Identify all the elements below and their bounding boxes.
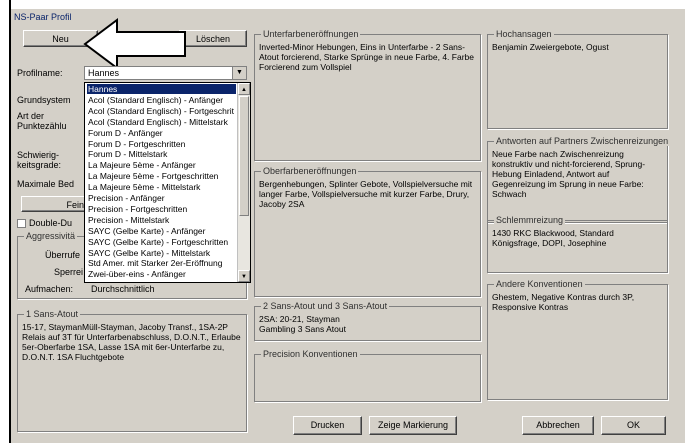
- outer-frame-left: [0, 0, 11, 443]
- dropdown-item[interactable]: La Majeure 5ème - Fortgeschritten: [87, 171, 236, 181]
- dropdown-item[interactable]: Forum D - Mittelstark: [87, 149, 236, 159]
- art-label-1: Art der: [17, 111, 45, 121]
- oberfarben-text: Bergenhebungen, Splinter Gebote, Vollspi…: [259, 179, 473, 209]
- antworten-group: Antworten auf Partners Zwischenreizungen…: [487, 136, 671, 223]
- profilname-value: Hannes: [88, 68, 120, 78]
- dropdown-item[interactable]: Acol (Standard Englisch) - Mittelstark: [87, 117, 236, 127]
- aufmachen-label: Aufmachen:: [25, 284, 74, 294]
- ueberrufe-label: Überrufe: [45, 250, 81, 260]
- zeige-markierung-button[interactable]: Zeige Markierung: [369, 416, 457, 435]
- grundsystem-label: Grundsystem: [17, 95, 71, 105]
- aggressivitaet-title: Aggressivitä: [24, 231, 78, 241]
- scroll-down-icon[interactable]: ▼: [238, 270, 250, 282]
- precision-title: Precision Konventionen: [261, 349, 360, 359]
- profile-dialog: NS-Paar Profil Neu Löschen Profilname: H…: [11, 9, 685, 443]
- drucken-button[interactable]: Drucken: [293, 416, 362, 435]
- dropdown-item[interactable]: Acol (Standard Englisch) - Fortgeschrit: [87, 106, 236, 116]
- unterfarben-group: Unterfarbeneröffnungen Inverted-Minor He…: [254, 29, 481, 161]
- ok-button[interactable]: OK: [601, 416, 666, 435]
- dropdown-item[interactable]: Zwei-über-eins - Anfänger: [87, 269, 236, 279]
- precision-group: Precision Konventionen: [254, 349, 481, 402]
- double-checkbox[interactable]: [17, 219, 26, 228]
- dropdown-item[interactable]: Precision - Anfänger: [87, 193, 236, 203]
- chevron-down-icon[interactable]: ▼: [232, 67, 246, 79]
- dropdown-item[interactable]: Hannes: [87, 84, 236, 94]
- aufmachen-value: Durchschnittlich: [91, 284, 155, 294]
- andere-title: Andere Konventionen: [494, 279, 585, 289]
- schlemm-title: Schlemmreizung: [494, 215, 566, 225]
- dropdown-scrollbar[interactable]: ▲ ▼: [237, 83, 250, 282]
- schwierig-label-2: keitsgrade:: [17, 160, 62, 170]
- hochansagen-text: Benjamin Zweiergebote, Ogust: [492, 42, 609, 52]
- dropdown-item[interactable]: SAYC (Gelbe Karte) - Anfänger: [87, 226, 236, 236]
- scroll-up-icon[interactable]: ▲: [238, 83, 250, 95]
- zwei-drei-sa-title: 2 Sans-Atout und 3 Sans-Atout: [261, 301, 390, 311]
- andere-text: Ghestem, Negative Kontras durch 3P, Resp…: [492, 292, 635, 312]
- profilname-label: Profilname:: [17, 68, 63, 78]
- ein-sa-text: 15-17, StaymanMüll-Stayman, Jacoby Trans…: [22, 322, 241, 362]
- sperre-label: Sperrei: [54, 267, 84, 277]
- profilname-dropdown-list[interactable]: ▲ ▼ Hannes Acol (Standard Englisch) - Anf…: [84, 82, 251, 283]
- dropdown-item[interactable]: Std Amer. mit Starker 2er-Eröffnung: [87, 258, 236, 268]
- unterfarben-title: Unterfarbeneröffnungen: [261, 29, 361, 39]
- antworten-title: Antworten auf Partners Zwischenreizungen: [494, 136, 671, 146]
- antworten-text: Neue Farbe nach Zwischenreizung konstruk…: [492, 149, 646, 199]
- zwei-drei-sa-group: 2 Sans-Atout und 3 Sans-Atout 2SA: 20-21…: [254, 301, 481, 341]
- unterfarben-text: Inverted-Minor Hebungen, Eins in Unterfa…: [259, 42, 474, 72]
- andere-group: Andere Konventionen Ghestem, Negative Ko…: [487, 279, 668, 400]
- ein-sa-title: 1 Sans-Atout: [24, 309, 81, 319]
- fein-label: Fein: [66, 200, 84, 210]
- ein-sa-group: 1 Sans-Atout 15-17, StaymanMüll-Stayman,…: [17, 309, 247, 432]
- abbrechen-button[interactable]: Abbrechen: [522, 416, 594, 435]
- schlemm-group: Schlemmreizung 1430 RKC Blackwood, Stand…: [487, 215, 668, 273]
- dropdown-item[interactable]: Forum D - Anfänger: [87, 128, 236, 138]
- dialog-title: NS-Paar Profil: [14, 12, 72, 22]
- dropdown-item[interactable]: Precision - Mittelstark: [87, 215, 236, 225]
- schwierig-label-1: Schwierig-: [17, 150, 60, 160]
- arrow-pointer-icon: [83, 18, 186, 70]
- fein-button[interactable]: Fein: [21, 196, 91, 212]
- oberfarben-group: Oberfarbeneröffnungen Bergenhebungen, Sp…: [254, 166, 481, 297]
- double-label: Double-Du: [29, 218, 73, 228]
- dropdown-item[interactable]: Acol (Standard Englisch) - Anfänger: [87, 95, 236, 105]
- schlemm-text: 1430 RKC Blackwood, Standard Königsfrage…: [492, 228, 614, 248]
- hochansagen-title: Hochansagen: [494, 29, 554, 39]
- hochansagen-group: Hochansagen Benjamin Zweiergebote, Ogust: [487, 29, 668, 129]
- scroll-thumb[interactable]: [239, 96, 249, 216]
- maximale-label: Maximale Bed: [17, 179, 75, 189]
- dropdown-item[interactable]: Forum D - Fortgeschritten: [87, 139, 236, 149]
- dropdown-item[interactable]: SAYC (Gelbe Karte) - Fortgeschritten: [87, 237, 236, 247]
- art-label-2: Punktezählu: [17, 121, 67, 131]
- profilname-combo[interactable]: Hannes ▼: [84, 66, 247, 80]
- dropdown-item[interactable]: Precision - Fortgeschritten: [87, 204, 236, 214]
- zwei-drei-sa-text: 2SA: 20-21, Stayman Gambling 3 Sans Atou…: [259, 314, 346, 334]
- dropdown-item[interactable]: La Majeure 5ème - Mittelstark: [87, 182, 236, 192]
- oberfarben-title: Oberfarbeneröffnungen: [261, 166, 359, 176]
- dropdown-item[interactable]: SAYC (Gelbe Karte) - Mittelstark: [87, 248, 236, 258]
- dropdown-item[interactable]: La Majeure 5ème - Anfänger: [87, 160, 236, 170]
